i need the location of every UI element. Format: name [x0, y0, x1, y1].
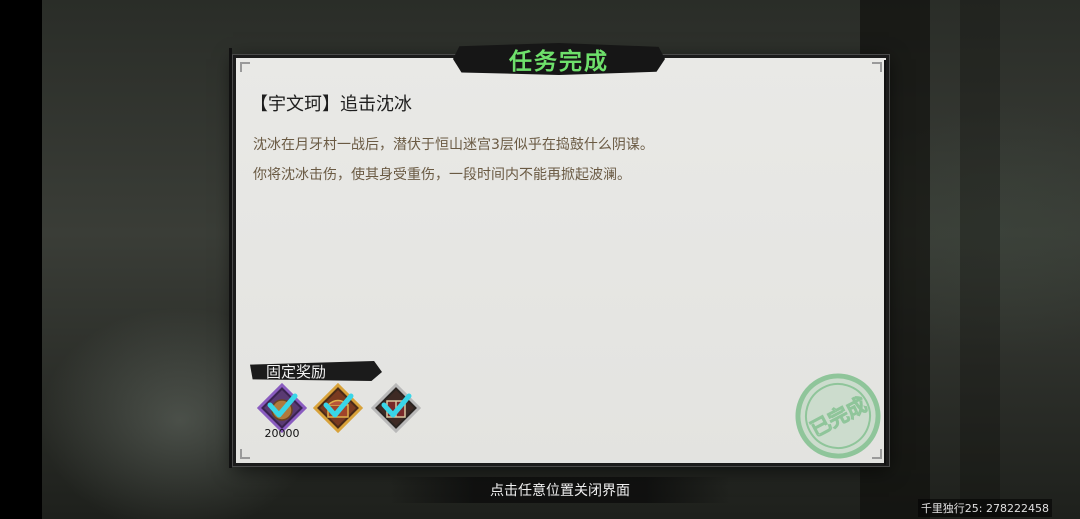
treasure-chest-icon [313, 383, 363, 433]
title-banner: 任务完成 [453, 43, 665, 75]
close-hint-text: 点击任意位置关闭界面 [490, 483, 630, 499]
left-letterbox [0, 0, 42, 519]
reward-item-book[interactable] [371, 383, 421, 433]
panel-corner-ornament [872, 62, 882, 72]
dialog-title: 任务完成 [509, 49, 609, 75]
background-tree-trunk [960, 0, 1000, 519]
reward-item-coins[interactable]: 20000 [257, 383, 307, 440]
reward-item-count: 20000 [264, 427, 300, 440]
panel-brush-edge [229, 48, 232, 468]
completed-stamp: 已完成 [790, 368, 886, 464]
panel-corner-ornament [240, 449, 250, 459]
quest-name: 【宇文珂】追击沈冰 [250, 94, 412, 115]
panel-corner-ornament [240, 62, 250, 72]
coin-pouch-icon [257, 383, 307, 433]
close-hint-bar[interactable]: 点击任意位置关闭界面 [390, 477, 730, 503]
reward-item-chest[interactable] [313, 383, 363, 433]
quest-description-line: 你将沈冰击伤，使其身受重伤，一段时间内不能再掀起波澜。 [253, 167, 631, 183]
completed-stamp-seal-icon: 已完成 [795, 373, 881, 459]
watermark: 千里独行25: 278222458 [917, 499, 1052, 517]
quest-description-line: 沈冰在月牙村一战后，潜伏于恒山迷宫3层似乎在捣鼓什么阴谋。 [253, 137, 654, 153]
scroll-book-icon [371, 383, 421, 433]
